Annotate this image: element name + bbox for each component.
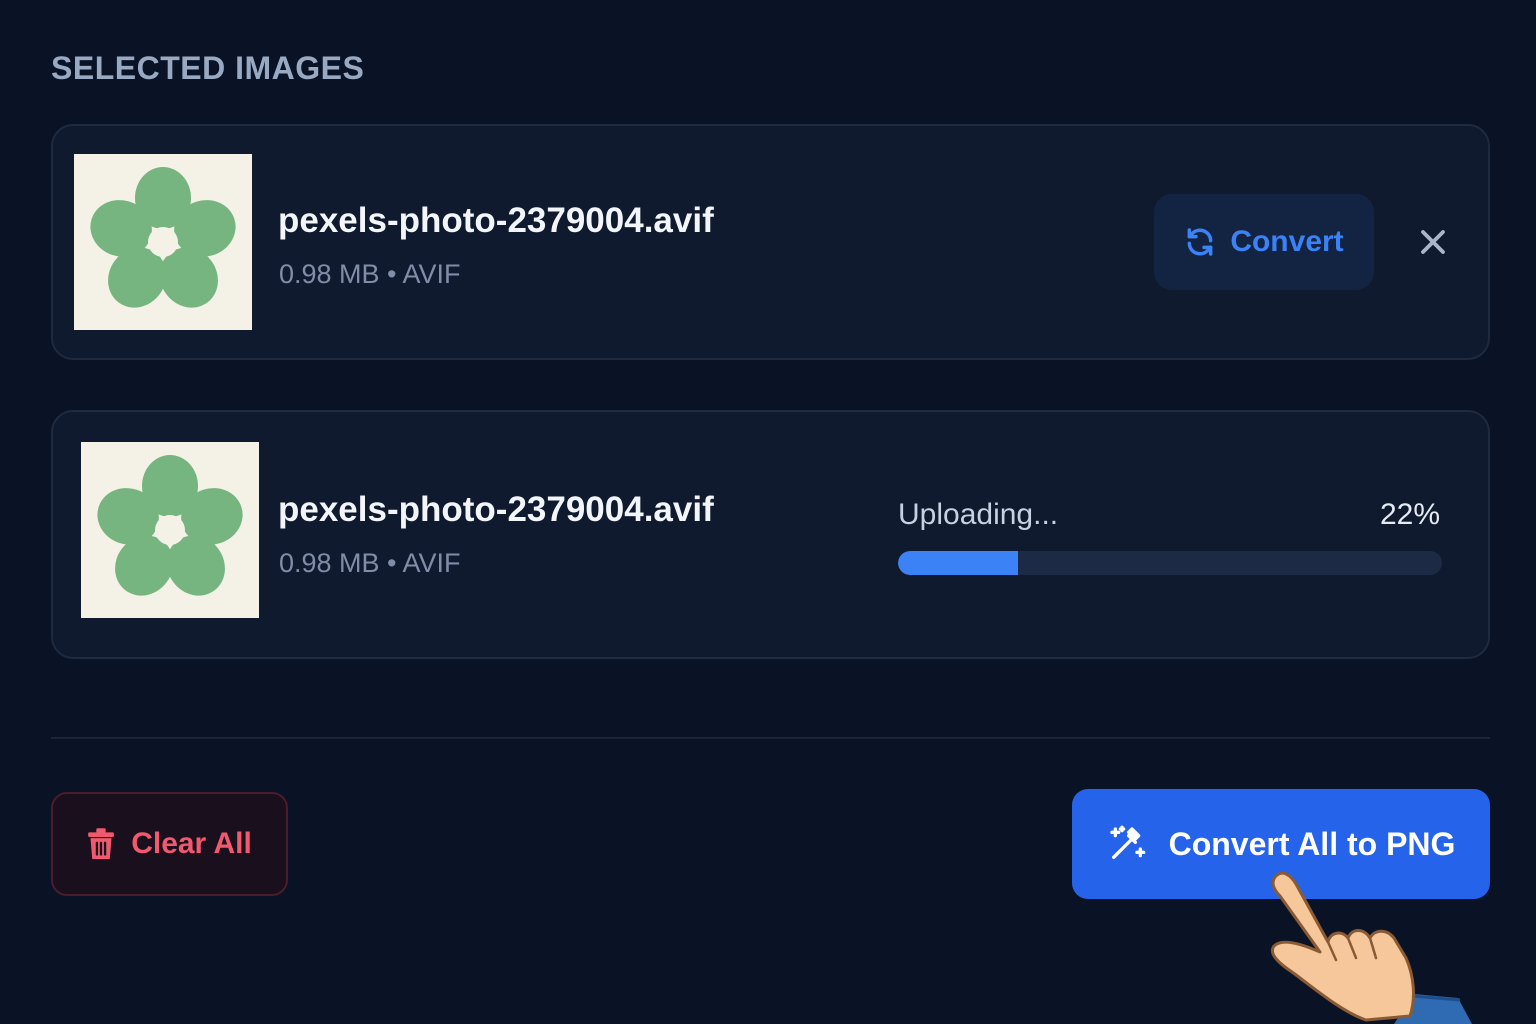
trash-icon bbox=[88, 828, 115, 860]
file-meta: 0.98 MB • AVIF bbox=[279, 548, 461, 578]
upload-progress-bar bbox=[898, 551, 1442, 575]
magic-wand-icon bbox=[1109, 825, 1145, 859]
file-name: pexels-photo-2379004.avif bbox=[278, 201, 714, 240]
file-card-uploading: pexels-photo-2379004.avif 0.98 MB • AVIF… bbox=[51, 410, 1490, 659]
file-card: pexels-photo-2379004.avif 0.98 MB • AVIF… bbox=[51, 124, 1490, 360]
file-name: pexels-photo-2379004.avif bbox=[278, 490, 714, 529]
clear-all-label: Clear All bbox=[131, 827, 252, 860]
flower-thumbnail bbox=[90, 167, 236, 308]
upload-percentage: 22% bbox=[1379, 498, 1440, 531]
upload-status: Uploading... bbox=[898, 498, 1059, 531]
flower-thumbnail bbox=[97, 455, 243, 596]
convert-all-label: Convert All to PNG bbox=[1168, 825, 1456, 862]
image-thumbnail bbox=[81, 442, 259, 618]
convert-button-label: Convert bbox=[1230, 225, 1344, 258]
refresh-icon bbox=[1187, 228, 1213, 256]
clear-all-button[interactable]: Clear All bbox=[51, 792, 288, 896]
selected-images-panel: SELECTED IMAGES pexels-photo-2379004.avi… bbox=[0, 0, 1536, 1024]
image-thumbnail bbox=[74, 154, 252, 330]
remove-file-button[interactable] bbox=[1413, 222, 1453, 262]
close-icon bbox=[1421, 230, 1445, 254]
pointer-hand-icon bbox=[1271, 871, 1472, 1024]
upload-progress-fill bbox=[898, 551, 1018, 575]
file-meta: 0.98 MB • AVIF bbox=[279, 259, 461, 289]
section-title: SELECTED IMAGES bbox=[51, 50, 365, 86]
divider bbox=[51, 737, 1490, 739]
convert-button[interactable]: Convert bbox=[1154, 194, 1374, 290]
